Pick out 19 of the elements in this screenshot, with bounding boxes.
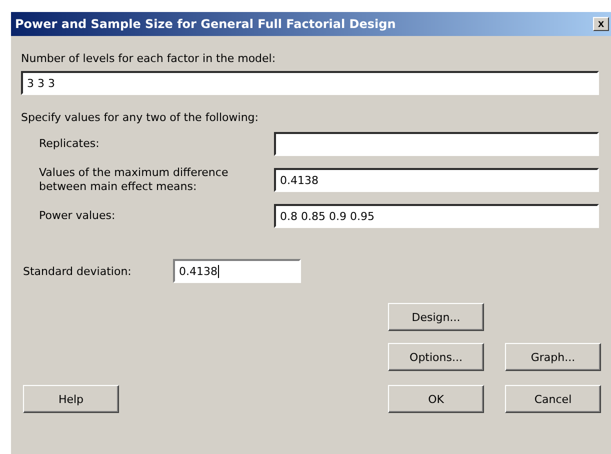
ok-button[interactable]: OK — [388, 385, 484, 413]
cancel-button[interactable]: Cancel — [505, 385, 601, 413]
levels-label: Number of levels for each factor in the model: — [21, 52, 277, 65]
design-button[interactable]: Design... — [388, 303, 484, 331]
field-label: Values of the maximum difference between main effect means: — [39, 166, 230, 194]
specify-label: Specify values for any two of the following: — [21, 111, 260, 124]
value-field[interactable]: 0.4138 — [274, 168, 599, 192]
levels-field[interactable]: 3 3 3 — [21, 71, 599, 95]
close-button[interactable]: x — [593, 17, 609, 31]
help-button[interactable]: Help — [23, 385, 119, 413]
std-dev-field[interactable]: 0.4138 — [173, 259, 301, 283]
options-button[interactable]: Options... — [388, 343, 484, 371]
field-label: Replicates: — [39, 137, 100, 151]
value-field[interactable]: 0.8 0.85 0.9 0.95 — [274, 204, 599, 228]
window-title: Power and Sample Size for General Full Factorial Design — [15, 17, 396, 31]
field-label: Power values: — [39, 209, 116, 223]
std-dev-label: Standard deviation: — [23, 264, 132, 278]
graph-button[interactable]: Graph... — [505, 343, 601, 371]
value-field[interactable] — [274, 132, 599, 156]
